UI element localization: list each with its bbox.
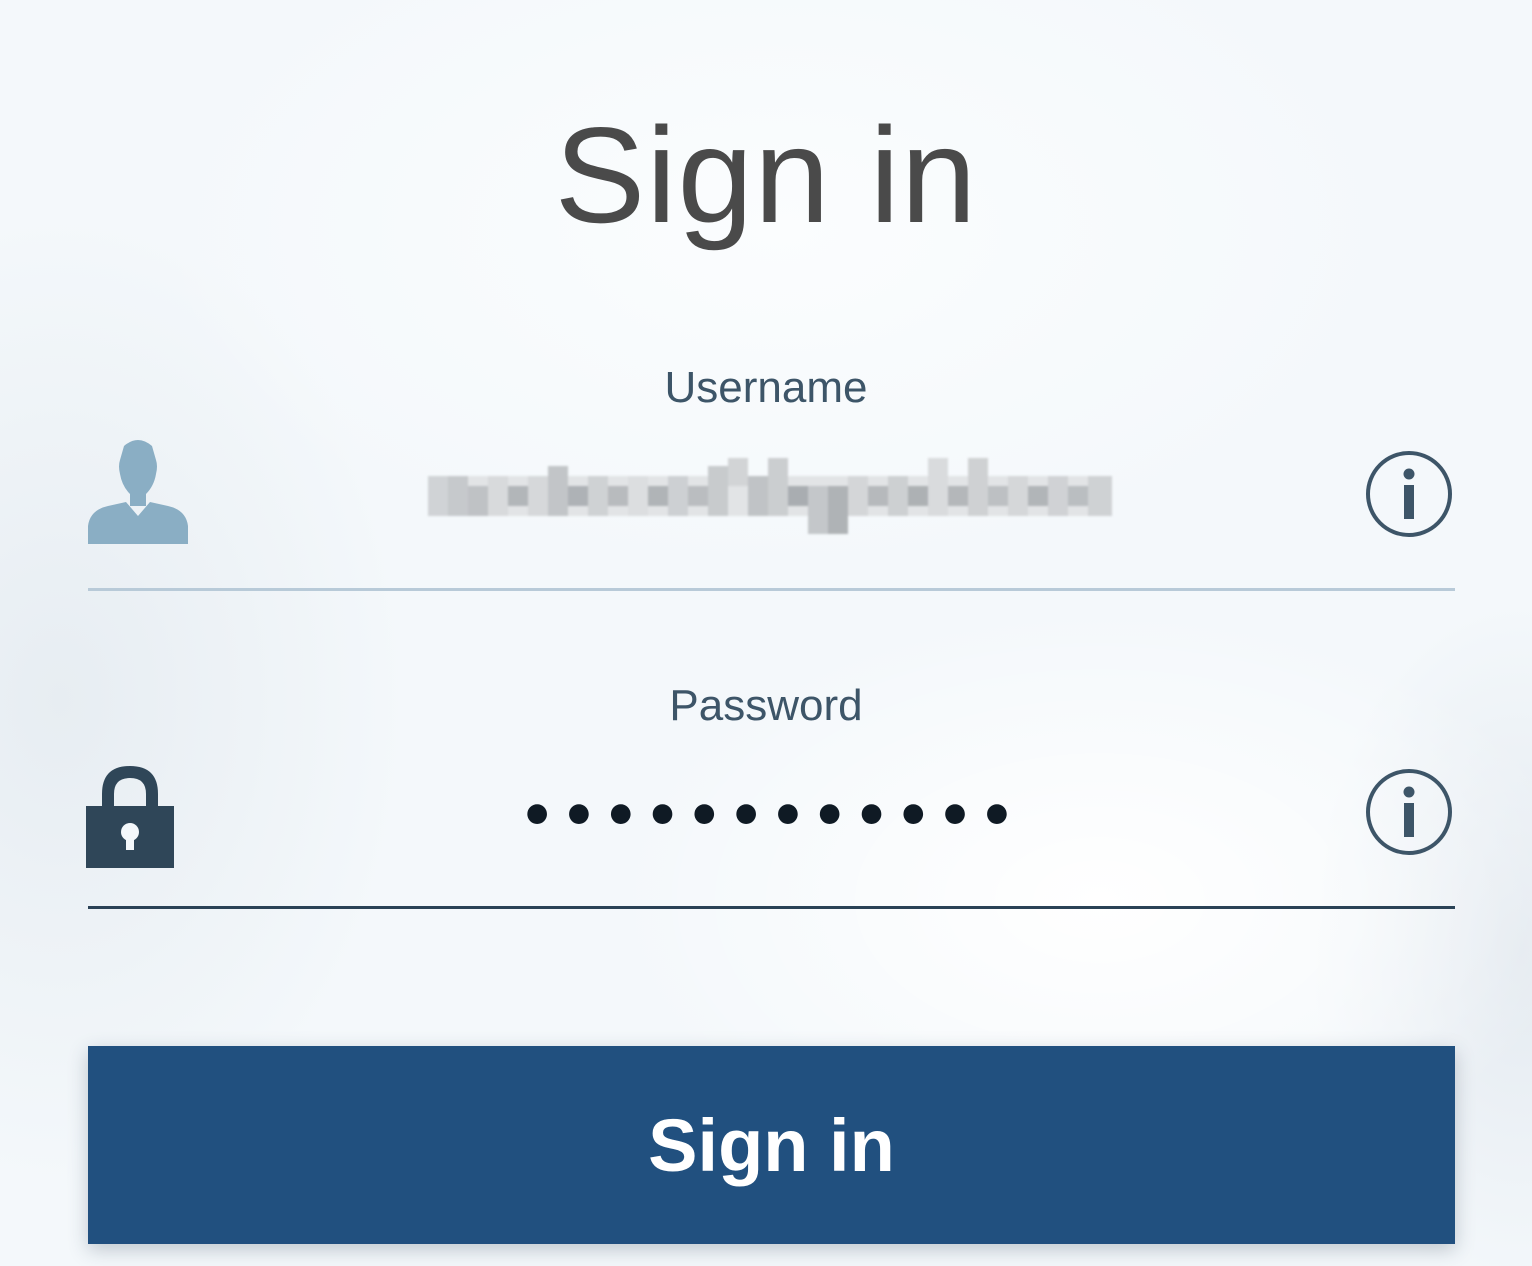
password-field[interactable]: •••••••••••• [300,785,1240,849]
password-underline [88,906,1455,909]
redacted-username [428,458,1112,534]
lock-icon [86,766,174,868]
username-field[interactable] [300,456,1240,536]
password-info-icon[interactable] [1364,767,1454,857]
sign-in-button[interactable]: Sign in [88,1046,1455,1244]
username-info-icon[interactable] [1364,449,1454,539]
user-icon [88,440,188,544]
username-label: Username [664,363,868,412]
username-underline [88,588,1455,591]
sign-in-screen: Sign in Username Password •••••••••••• S… [0,0,1532,1266]
password-label: Password [669,681,863,730]
page-title: Sign in [554,99,978,251]
